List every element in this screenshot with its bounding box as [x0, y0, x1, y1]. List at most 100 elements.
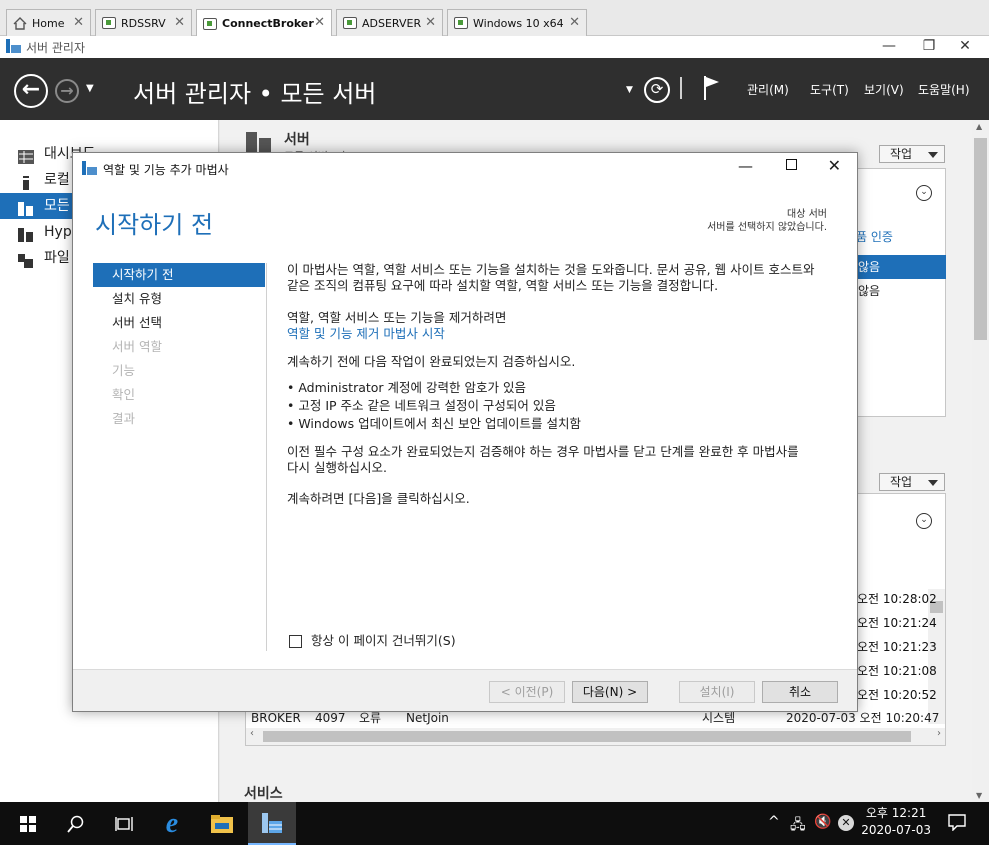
expand-icon[interactable]: ⌄	[916, 185, 932, 201]
tab-connectbroker[interactable]: ConnectBroker ✕	[196, 9, 332, 37]
next-button[interactable]: 다음(N) >	[572, 681, 648, 703]
start-button[interactable]	[4, 802, 52, 845]
servers-heading: 서버	[284, 132, 310, 148]
menu-manage[interactable]: 관리(M)	[747, 81, 789, 98]
column-header-activation[interactable]: 품 인증	[856, 228, 893, 245]
scroll-thumb[interactable]	[263, 731, 911, 742]
divider	[266, 263, 267, 651]
skip-page-label[interactable]: 항상 이 페이지 건너뛰기(S)	[311, 633, 456, 649]
wizard-icon	[82, 161, 98, 178]
minimize-button[interactable]: —	[738, 157, 753, 175]
tab-adserver[interactable]: ADSERVER ✕	[336, 9, 443, 36]
server-manager-header: ← → ▼ 서버 관리자 • 모든 서버 ▼ ⟳ 관리(M) 도구(T) 보기(…	[0, 58, 989, 120]
close-icon[interactable]: ✕	[73, 15, 84, 30]
step-server-roles: 서버 역할	[112, 339, 162, 354]
flag-icon[interactable]	[703, 75, 721, 104]
skip-page-checkbox[interactable]	[289, 635, 302, 648]
vm-icon	[454, 17, 468, 29]
refresh-icon[interactable]: ⟳	[644, 77, 670, 103]
close-icon[interactable]: ✕	[174, 15, 185, 30]
event-time: 오전 10:20:52	[857, 688, 937, 702]
vm-tab-strip: Home ✕ RDSSRV ✕ ConnectBroker ✕ ADSERVER…	[0, 0, 989, 37]
previous-button[interactable]: < 이전(P)	[489, 681, 565, 703]
tab-home[interactable]: Home ✕	[6, 9, 91, 36]
chevron-down-icon[interactable]: ▼	[86, 83, 94, 94]
menu-tools[interactable]: 도구(T)	[810, 81, 849, 98]
action-center-icon[interactable]	[948, 813, 966, 834]
divider	[680, 77, 682, 99]
tab-windows10[interactable]: Windows 10 x64 ✕	[447, 9, 587, 36]
bullet-item: • 고정 IP 주소 같은 네트워크 설정이 구성되어 있음	[287, 398, 556, 413]
tab-rdssrv[interactable]: RDSSRV ✕	[95, 9, 192, 36]
menu-help[interactable]: 도움말(H)	[918, 81, 970, 98]
table-row[interactable]: 않음	[854, 255, 946, 279]
close-icon[interactable]: ✕	[425, 15, 436, 30]
scroll-up-icon[interactable]: ▲	[976, 122, 982, 131]
cell-activation: 않음	[858, 260, 881, 274]
horizontal-scrollbar[interactable]: ‹ ›	[246, 728, 945, 745]
step-confirmation: 확인	[112, 387, 136, 402]
event-time: 오전 10:21:08	[857, 664, 937, 678]
volume-muted-icon[interactable]: 🔇	[814, 814, 831, 830]
clock-date: 2020-07-03	[861, 823, 931, 837]
install-button[interactable]: 설치(I)	[679, 681, 755, 703]
tab-label: ConnectBroker	[222, 17, 314, 30]
close-button[interactable]: ✕	[828, 156, 841, 175]
menu-view[interactable]: 보기(V)	[864, 81, 904, 98]
server-manager-icon	[6, 39, 21, 53]
cell-activation: 않음	[858, 284, 881, 298]
server-manager-titlebar: 서버 관리자 — ❐ ✕	[0, 36, 989, 58]
chevron-up-icon[interactable]: ^	[768, 814, 780, 830]
network-icon[interactable]: 🖧	[790, 814, 806, 838]
windows-logo-icon	[20, 815, 36, 832]
maximize-button[interactable]	[786, 159, 797, 170]
vm-icon	[343, 17, 357, 29]
step-server-selection[interactable]: 서버 선택	[93, 311, 265, 335]
table-row[interactable]: 않음	[854, 279, 946, 303]
task-view-icon[interactable]	[100, 802, 148, 845]
wizard-footer: < 이전(P) 다음(N) > 설치(I) 취소	[73, 669, 857, 711]
servers-icon	[18, 199, 34, 216]
close-icon[interactable]: ✕	[314, 15, 325, 30]
taskbar: e ^ 🖧 🔇 ✕ 오후 12:21 2020-07-03	[0, 802, 989, 845]
vertical-scrollbar[interactable]: ▲ ▼	[972, 120, 989, 802]
wizard-title: 역할 및 기능 추가 마법사	[103, 163, 229, 177]
step-before-you-begin[interactable]: 시작하기 전	[93, 263, 265, 287]
expand-icon[interactable]: ⌄	[916, 513, 932, 529]
destination-label: 대상 서버	[787, 209, 827, 220]
restore-button[interactable]: ❐	[909, 36, 949, 58]
events-scrollbar[interactable]	[928, 589, 945, 724]
scroll-down-icon[interactable]: ▼	[976, 791, 982, 800]
verify-text: 계속하기 전에 다음 작업이 완료되었는지 검증하십시오.	[287, 354, 576, 369]
tasks-dropdown[interactable]: 작업	[879, 473, 945, 491]
clock[interactable]: 오후 12:21 2020-07-03	[861, 805, 931, 839]
server-manager-taskbar-icon[interactable]	[248, 802, 296, 845]
scroll-left-icon[interactable]: ‹	[250, 728, 254, 739]
close-icon[interactable]: ✕	[569, 15, 580, 30]
step-installation-type[interactable]: 설치 유형	[93, 287, 265, 311]
file-explorer-icon[interactable]	[198, 802, 246, 845]
prereq-line-1: 이전 필수 구성 요소가 완료되었는지 검증해야 하는 경우 마법사를 닫고 단…	[287, 444, 799, 459]
scroll-thumb[interactable]	[974, 138, 987, 340]
cancel-button[interactable]: 취소	[762, 681, 838, 703]
tab-label: RDSSRV	[121, 16, 166, 30]
event-time: 오전 10:21:24	[857, 616, 937, 630]
home-icon	[13, 17, 27, 30]
tab-label: ADSERVER	[362, 16, 422, 30]
chevron-down-icon[interactable]: ▼	[626, 85, 633, 95]
internet-explorer-icon[interactable]: e	[148, 802, 196, 845]
close-button[interactable]: ✕	[945, 36, 985, 58]
tasks-dropdown[interactable]: 작업	[879, 145, 945, 163]
remove-wizard-link[interactable]: 역할 및 기능 제거 마법사 시작	[287, 326, 445, 342]
tab-label: Home	[32, 16, 65, 30]
window-title: 서버 관리자	[26, 41, 86, 55]
minimize-button[interactable]: —	[869, 36, 909, 58]
scroll-right-icon[interactable]: ›	[937, 728, 941, 739]
search-icon[interactable]	[52, 802, 100, 845]
clock-time: 오후 12:21	[865, 806, 927, 820]
bullet-item: • Administrator 계정에 강력한 암호가 있음	[287, 380, 526, 395]
back-button[interactable]: ←	[14, 74, 48, 108]
bullet-item: • Windows 업데이트에서 최신 보안 업데이트를 설치함	[287, 416, 582, 431]
notification-error-icon[interactable]: ✕	[838, 815, 854, 831]
forward-button[interactable]: →	[55, 79, 79, 103]
